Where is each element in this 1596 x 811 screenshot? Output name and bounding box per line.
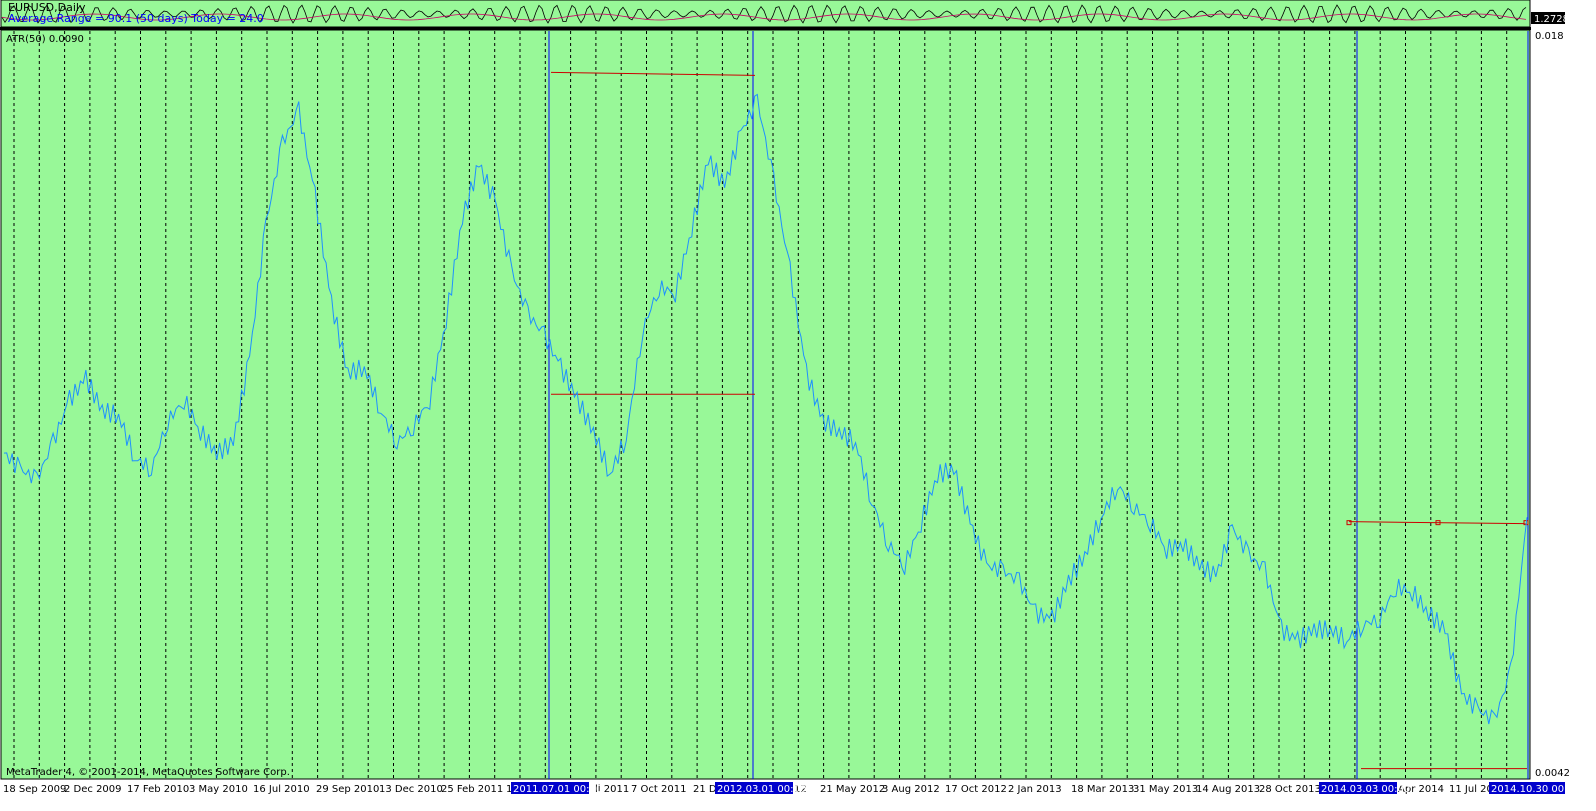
highlighted-time-label: 2014.03.03 00:00 <box>1321 784 1410 795</box>
time-axis-label: 21 D <box>693 784 717 795</box>
highlighted-time-label: 2012.03.01 00:00 <box>717 784 806 795</box>
atr-label: ATR(50) 0.0090 <box>6 34 84 45</box>
scale-top-label: 0.018 <box>1535 31 1564 42</box>
time-axis-label: 17 Oct 2012 <box>945 784 1007 795</box>
time-axis-label: 21 May 2012 <box>820 784 885 795</box>
average-range-label: Average Range = 90.1 (50 days) Today = 2… <box>8 12 264 25</box>
time-axis-label: 7 Oct 2011 <box>631 784 686 795</box>
time-axis-label: 2 Dec 2009 <box>64 784 122 795</box>
time-axis-label: 13 Dec 2010 <box>379 784 443 795</box>
time-axis-label: 16 Jul 2010 <box>253 784 310 795</box>
time-axis-label: 14 Aug 2013 <box>1196 784 1260 795</box>
time-axis-label: 2 Jan 2013 <box>1008 784 1062 795</box>
highlighted-time-label: 2014.10.30 00:00 <box>1491 784 1580 795</box>
time-axis-label: 18 Sep 2009 <box>3 784 66 795</box>
time-axis-label: 28 Oct 2013 <box>1259 784 1321 795</box>
time-axis-label: 29 Sep 2010 <box>316 784 379 795</box>
indicator-window[interactable] <box>0 29 1531 780</box>
time-axis: 18 Sep 20092 Dec 2009 17 Feb 2010 3 May 20… <box>3 782 1580 795</box>
time-axis-label: 3 Aug 2012 <box>882 784 940 795</box>
chart-svg: EURUSD,Daily Average Range = 90.1 (50 da… <box>0 0 1580 795</box>
time-axis-label: 17 Feb 2010 <box>127 784 189 795</box>
time-axis-label: 31 May 2013 <box>1133 784 1198 795</box>
price-label: 1.2728 <box>1534 14 1569 25</box>
time-axis-label: 18 Mar 2013 <box>1071 784 1134 795</box>
time-axis-label: 3 May 2010 <box>189 784 248 795</box>
scale-bottom-label: 0.0042 <box>1535 768 1570 779</box>
highlighted-time-label: 2011.07.01 00:00 <box>513 784 602 795</box>
copyright-text: MetaTrader 4, © 2001-2014, MetaQuotes So… <box>6 767 290 778</box>
time-axis-label: 25 Feb 2011 <box>441 784 503 795</box>
